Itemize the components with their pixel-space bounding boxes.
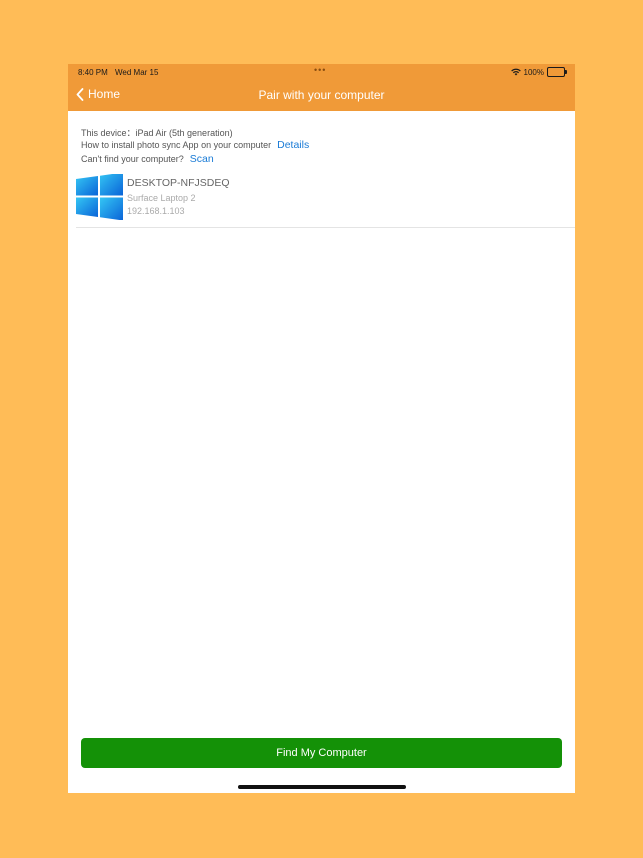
header: 8:40 PM Wed Mar 15 ••• 100% Home Pair wi… <box>68 64 575 111</box>
scan-info: Can't find your computer? Scan <box>81 153 214 165</box>
find-my-computer-button[interactable]: Find My Computer <box>81 738 562 768</box>
battery-icon <box>547 67 567 77</box>
multitasking-dots[interactable]: ••• <box>314 65 326 75</box>
install-info: How to install photo sync App on your co… <box>81 139 309 151</box>
navigation-bar: Home Pair with your computer <box>68 80 575 111</box>
install-text: How to install photo sync App on your co… <box>81 140 272 150</box>
page-title: Pair with your computer <box>258 88 385 102</box>
status-bar: 8:40 PM Wed Mar 15 ••• 100% <box>68 64 575 80</box>
device-info: This device：iPad Air (5th generation) <box>81 128 233 138</box>
scan-link[interactable]: Scan <box>190 153 214 165</box>
home-indicator[interactable] <box>238 785 406 789</box>
computer-model: Surface Laptop 2 <box>127 193 196 203</box>
computer-name: DESKTOP-NFJSDEQ <box>127 177 230 189</box>
app-window: 8:40 PM Wed Mar 15 ••• 100% Home Pair wi… <box>68 64 575 793</box>
status-right: 100% <box>510 67 567 77</box>
cant-find-text: Can't find your computer? <box>81 154 184 164</box>
windows-logo-icon <box>76 174 123 220</box>
computer-list-item[interactable]: DESKTOP-NFJSDEQ Surface Laptop 2 192.168… <box>76 174 575 228</box>
battery-percent: 100% <box>523 67 544 77</box>
wifi-icon <box>510 68 521 76</box>
computer-ip: 192.168.1.103 <box>127 206 185 216</box>
status-date: Wed Mar 15 <box>115 68 159 77</box>
status-time: 8:40 PM <box>78 68 108 77</box>
find-button-label: Find My Computer <box>276 747 367 759</box>
details-link[interactable]: Details <box>277 139 309 151</box>
